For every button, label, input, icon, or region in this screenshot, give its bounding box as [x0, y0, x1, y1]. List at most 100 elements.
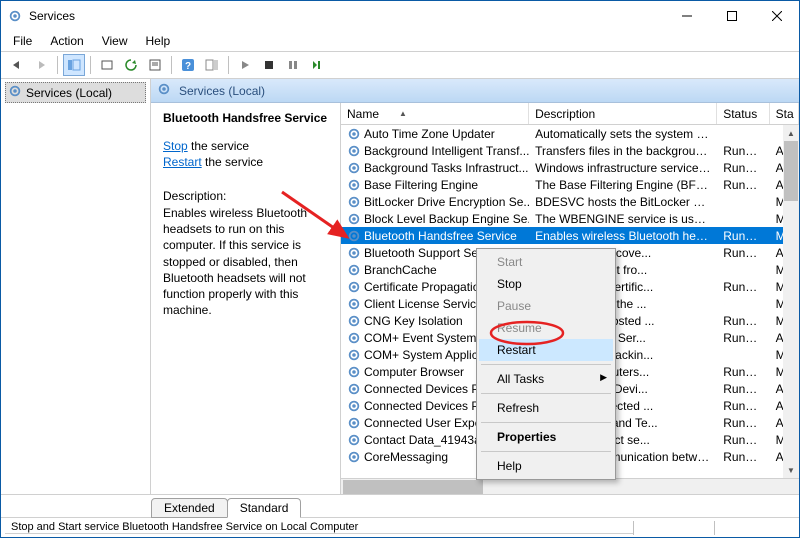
row-name: CNG Key Isolation [364, 314, 463, 328]
table-row[interactable]: Block Level Backup Engine Se...The WBENG… [341, 210, 799, 227]
tab-extended[interactable]: Extended [151, 498, 228, 518]
service-icon [347, 331, 361, 345]
context-refresh[interactable]: Refresh [479, 397, 613, 419]
tabs-row: Extended Standard [1, 495, 799, 517]
service-icon [347, 399, 361, 413]
start-service-button[interactable] [234, 54, 256, 76]
row-status: Running [717, 365, 769, 379]
restart-link[interactable]: Restart [163, 155, 202, 169]
row-description: BDESVC hosts the BitLocker Drive Encry..… [529, 195, 717, 209]
context-help[interactable]: Help [479, 455, 613, 477]
row-name: Background Tasks Infrastruct... [364, 161, 529, 175]
table-row[interactable]: Background Tasks Infrastruct...Windows i… [341, 159, 799, 176]
column-name[interactable]: Name [341, 103, 529, 124]
horizontal-scrollbar-thumb[interactable] [343, 480, 483, 494]
row-name: COM+ System Applicati [364, 348, 490, 362]
context-separator [481, 422, 611, 423]
show-hide-tree-button[interactable] [63, 54, 85, 76]
context-all-tasks-label: All Tasks [497, 372, 544, 386]
row-name: Base Filtering Engine [364, 178, 478, 192]
description-body: Enables wireless Bluetooth headsets to r… [163, 205, 328, 318]
row-description: Transfers files in the background using … [529, 144, 717, 158]
table-row[interactable]: Bluetooth Handsfree ServiceEnables wirel… [341, 227, 799, 244]
context-resume[interactable]: Resume [479, 317, 613, 339]
statusbar: Stop and Start service Bluetooth Handsfr… [1, 517, 799, 537]
context-properties[interactable]: Properties [479, 426, 613, 448]
column-description[interactable]: Description [529, 103, 717, 124]
table-row[interactable]: Auto Time Zone UpdaterAutomatically sets… [341, 125, 799, 142]
properties-button[interactable] [144, 54, 166, 76]
context-all-tasks[interactable]: All Tasks▶ [479, 368, 613, 390]
the-service-text: the service [202, 155, 263, 169]
context-pause[interactable]: Pause [479, 295, 613, 317]
table-row[interactable]: Background Intelligent Transf...Transfer… [341, 142, 799, 159]
description-label: Description: [163, 189, 328, 203]
description-panel: Bluetooth Handsfree Service Stop the ser… [151, 103, 341, 494]
stop-service-button[interactable] [258, 54, 280, 76]
row-name: Certificate Propagation [364, 280, 486, 294]
tree-item-label: Services (Local) [26, 86, 112, 100]
row-status: Running [717, 229, 769, 243]
service-icon [347, 246, 361, 260]
menu-help[interactable]: Help [138, 32, 179, 50]
stop-action-line: Stop the service [163, 139, 328, 153]
scroll-down-button[interactable]: ▼ [783, 462, 799, 478]
maximize-button[interactable] [709, 1, 754, 31]
row-status: Running [717, 382, 769, 396]
pause-service-button[interactable] [282, 54, 304, 76]
row-description: The Base Filtering Engine (BFE) is a ser… [529, 178, 717, 192]
row-status: Running [717, 433, 769, 447]
service-icon [347, 450, 361, 464]
tab-standard[interactable]: Standard [227, 498, 302, 518]
menu-file[interactable]: File [5, 32, 40, 50]
description-block: Description: Enables wireless Bluetooth … [163, 189, 328, 318]
context-stop[interactable]: Stop [479, 273, 613, 295]
close-button[interactable] [754, 1, 799, 31]
context-separator [481, 364, 611, 365]
forward-button[interactable] [30, 54, 52, 76]
minimize-button[interactable] [664, 1, 709, 31]
vertical-scrollbar[interactable]: ▲ ▼ [783, 125, 799, 478]
row-name: Contact Data_41943a5 [364, 433, 487, 447]
row-name: BranchCache [364, 263, 437, 277]
vertical-scrollbar-thumb[interactable] [784, 141, 798, 201]
window-title: Services [29, 9, 75, 23]
row-status: Running [717, 416, 769, 430]
services-icon [8, 84, 22, 101]
service-icon [347, 416, 361, 430]
titlebar: Services [1, 1, 799, 31]
table-row[interactable]: Base Filtering Engine The Base Filtering … [341, 176, 799, 193]
service-icon [347, 212, 361, 226]
menu-view[interactable]: View [94, 32, 136, 50]
selected-service-title: Bluetooth Handsfree Service [163, 111, 328, 125]
column-startup-type[interactable]: Sta [770, 103, 799, 124]
pane-body: Bluetooth Handsfree Service Stop the ser… [151, 103, 799, 494]
export-list-button[interactable] [96, 54, 118, 76]
context-start[interactable]: Start [479, 251, 613, 273]
menu-action[interactable]: Action [42, 32, 91, 50]
row-status: Running [717, 280, 769, 294]
help-button[interactable]: ? [177, 54, 199, 76]
svg-text:?: ? [185, 61, 191, 72]
row-name: Computer Browser [364, 365, 464, 379]
table-row[interactable]: BitLocker Drive Encryption Se...BDESVC h… [341, 193, 799, 210]
tree-item-services-local[interactable]: Services (Local) [5, 82, 146, 103]
show-hide-action-pane-button[interactable] [201, 54, 223, 76]
restart-service-button[interactable] [306, 54, 328, 76]
column-status[interactable]: Status [717, 103, 769, 124]
service-icon [347, 195, 361, 209]
refresh-button[interactable] [120, 54, 142, 76]
stop-link[interactable]: Stop [163, 139, 188, 153]
context-separator [481, 393, 611, 394]
services-icon [7, 8, 23, 24]
row-name: BitLocker Drive Encryption Se... [364, 195, 529, 209]
horizontal-scrollbar[interactable] [341, 478, 799, 494]
toolbar-separator [228, 56, 229, 74]
context-separator [481, 451, 611, 452]
context-restart[interactable]: Restart [479, 339, 613, 361]
back-button[interactable] [6, 54, 28, 76]
scroll-up-button[interactable]: ▲ [783, 125, 799, 141]
pane-header: Services (Local) [151, 79, 799, 103]
service-icon [347, 365, 361, 379]
pane-header-label: Services (Local) [179, 84, 265, 98]
